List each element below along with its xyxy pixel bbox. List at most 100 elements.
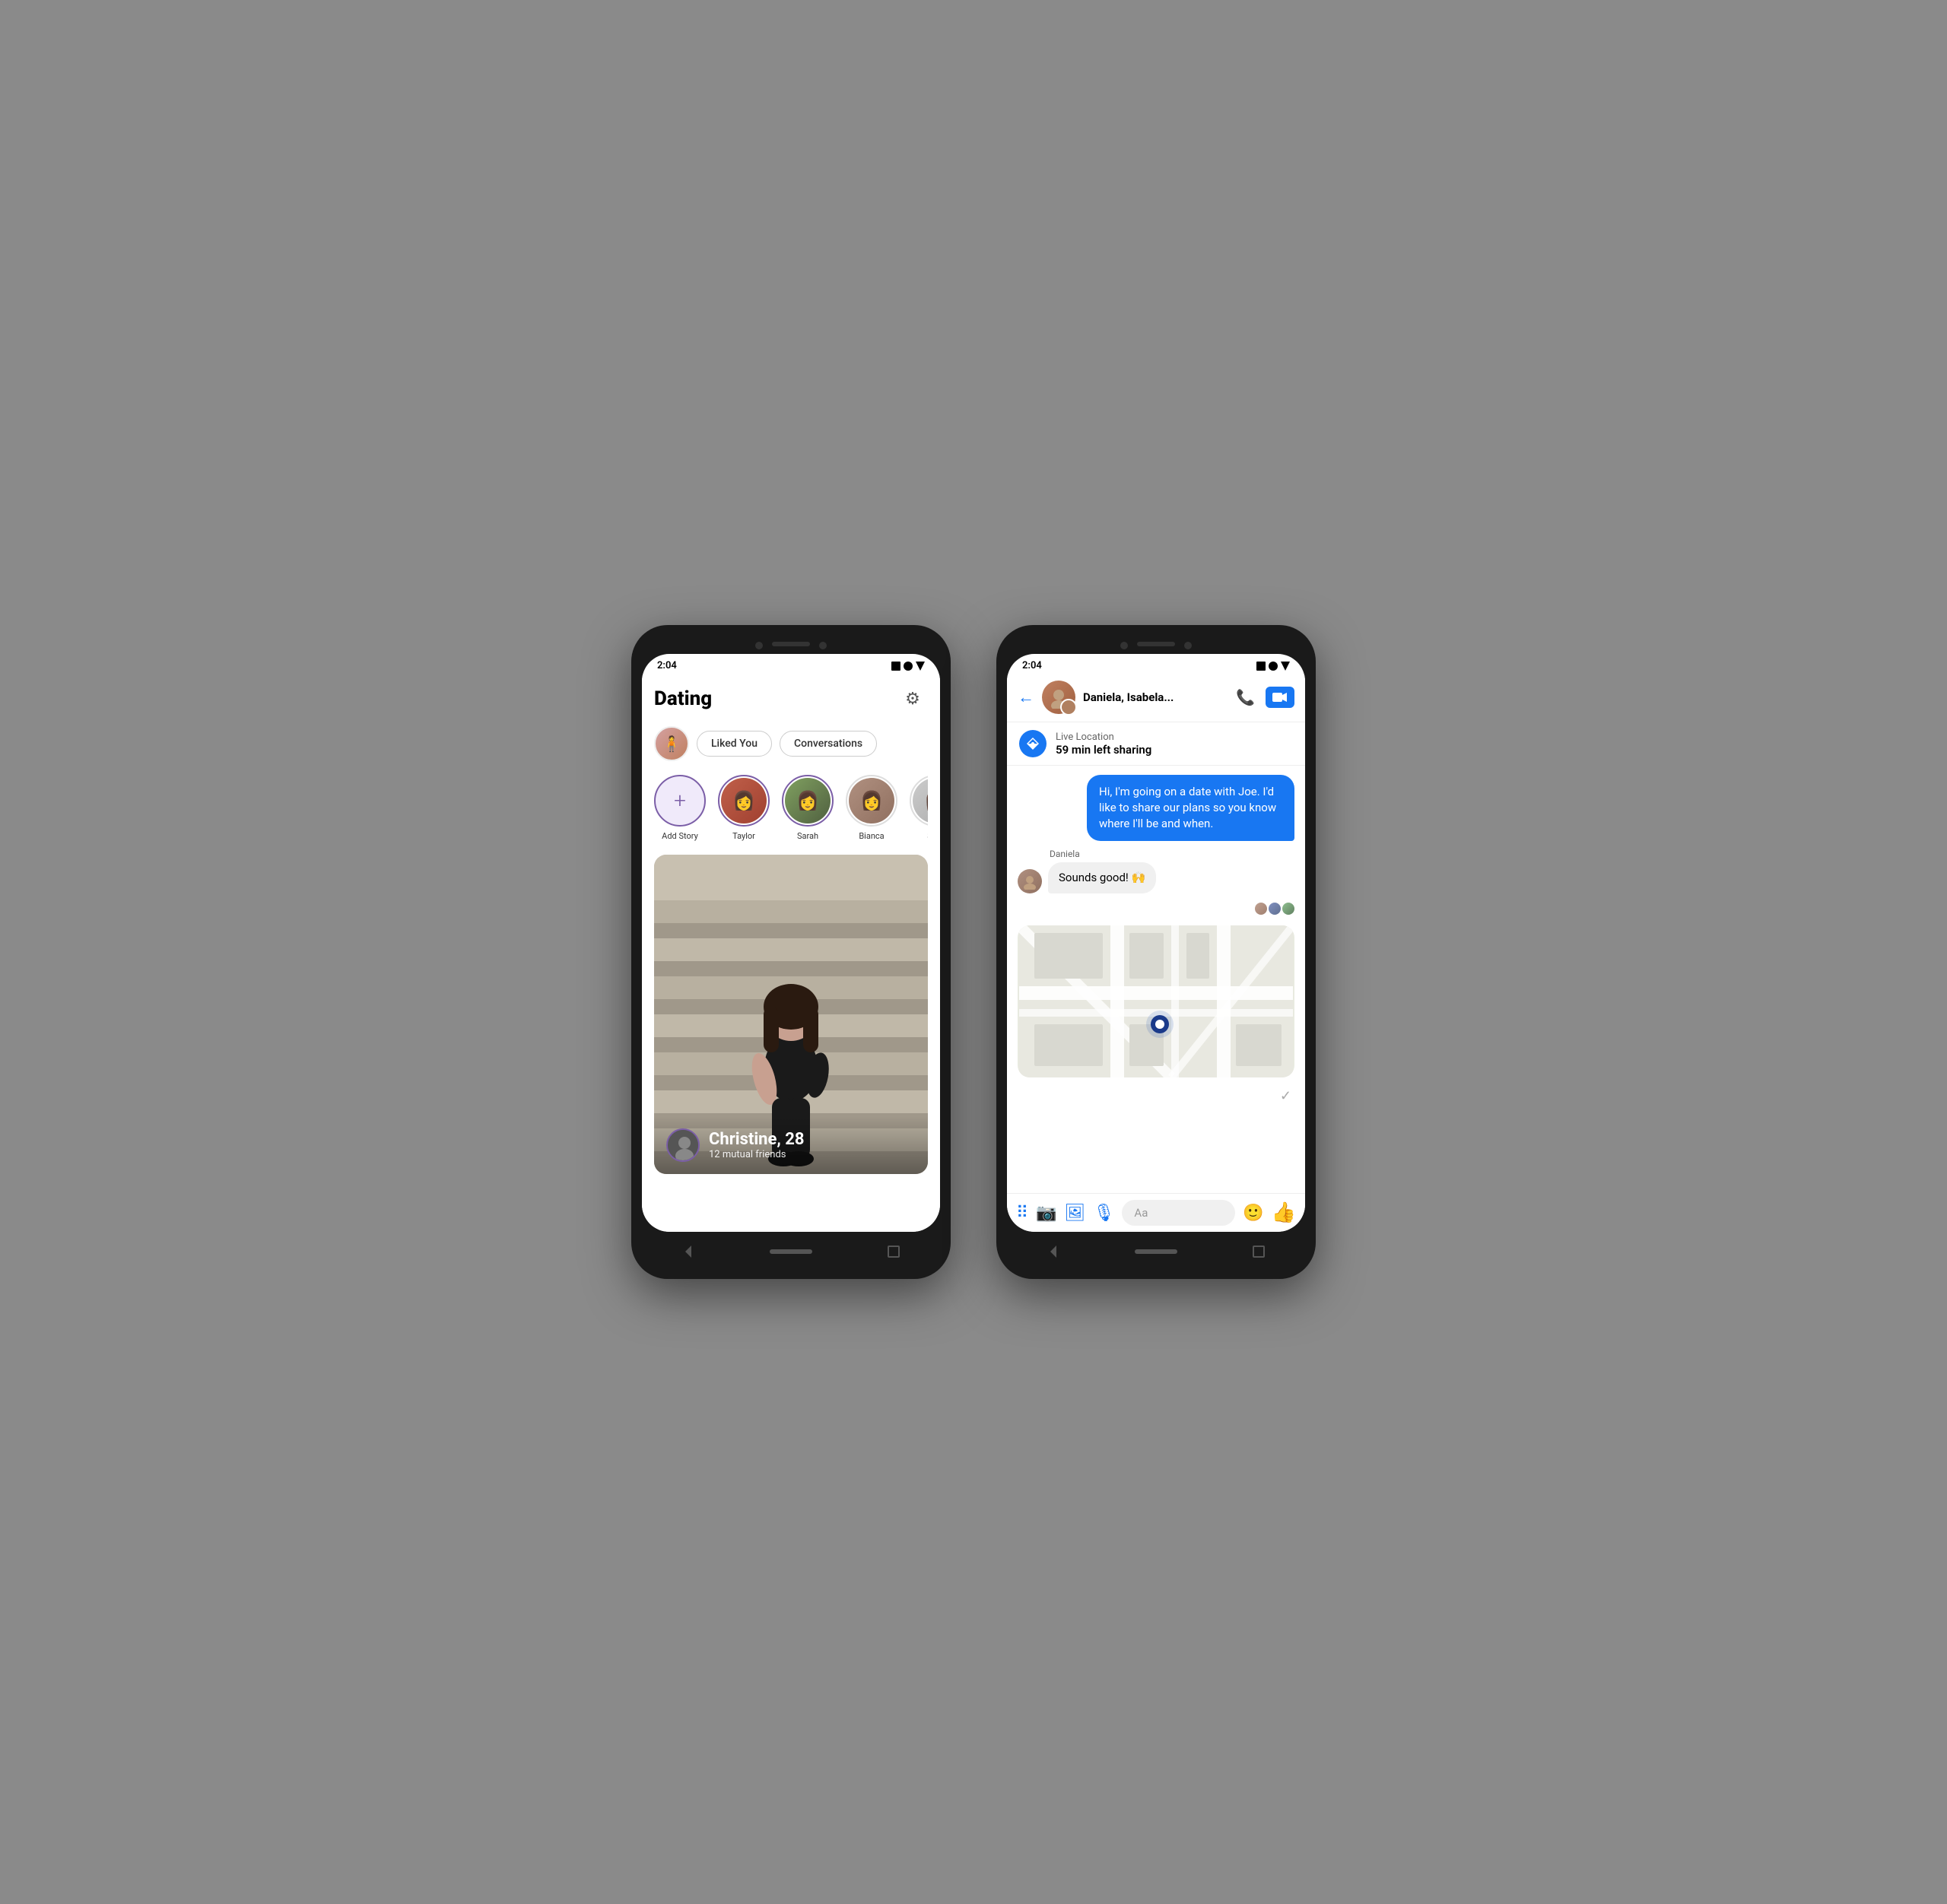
- dating-tabs-row: 🧍 Liked You Conversations: [654, 722, 928, 772]
- battery-icon-2: [1281, 662, 1290, 671]
- app-title: Dating: [654, 687, 712, 710]
- status-icons-1: [891, 662, 925, 671]
- daniela-avatar: [1018, 869, 1042, 893]
- call-button[interactable]: 📞: [1236, 688, 1255, 706]
- settings-button[interactable]: ⚙: [897, 684, 928, 714]
- story-ring-taylor[interactable]: 👩: [718, 775, 770, 827]
- wifi-icon: [904, 662, 913, 671]
- live-location-banner[interactable]: Live Location 59 min left sharing: [1007, 722, 1305, 766]
- front-sensor-2: [1184, 642, 1192, 649]
- status-bar-2: 2:04: [1007, 654, 1305, 674]
- back-button[interactable]: ←: [1018, 687, 1034, 707]
- signal-icon-2: [1256, 662, 1266, 671]
- front-sensor-1: [819, 642, 827, 649]
- phone-1: 2:04 Dating ⚙ 🧍 Liked You Conversations: [631, 625, 951, 1279]
- receipt-2: [1269, 903, 1281, 915]
- message-sender-name: Daniela: [1048, 849, 1156, 859]
- like-button[interactable]: 👍: [1272, 1201, 1296, 1224]
- stories-row: + Add Story 👩 Taylor 👩 Sarah: [654, 772, 928, 847]
- status-bar-1: 2:04: [642, 654, 940, 674]
- grid-icon[interactable]: ⠿: [1016, 1204, 1028, 1223]
- profile-avatar-small: [666, 1128, 700, 1162]
- status-time-2: 2:04: [1022, 660, 1042, 671]
- phone-bottom-1: [642, 1232, 940, 1268]
- image-icon[interactable]: 🖼: [1065, 1204, 1086, 1223]
- read-receipts: [1018, 903, 1294, 915]
- messenger-content: ← Daniela, Isabela... 📞: [1007, 674, 1305, 1232]
- dating-content: Dating ⚙ 🧍 Liked You Conversations + Add…: [642, 674, 940, 1232]
- profile-bottom-info: Christine, 28 12 mutual friends: [654, 1116, 928, 1174]
- story-label-sarah: Sarah: [797, 831, 818, 841]
- header-actions: 📞: [1236, 687, 1294, 708]
- story-sarah[interactable]: 👩 Sarah: [782, 775, 834, 841]
- story-label-add: Add Story: [662, 831, 698, 841]
- phone-top-bar-2: [1007, 636, 1305, 654]
- received-message-1: Sounds good! 🙌: [1048, 862, 1156, 893]
- input-placeholder: Aa: [1134, 1206, 1148, 1220]
- story-label-bianca: Bianca: [859, 831, 884, 841]
- signal-icon: [891, 662, 900, 671]
- story-bianca[interactable]: 👩 Bianca: [846, 775, 897, 841]
- story-label-taylor: Taylor: [732, 831, 755, 841]
- plus-icon: +: [674, 790, 686, 811]
- front-camera-1: [755, 642, 763, 649]
- phone-screen-1: 2:04 Dating ⚙ 🧍 Liked You Conversations: [642, 654, 940, 1232]
- profile-text-block: Christine, 28 12 mutual friends: [709, 1130, 805, 1160]
- dating-header: Dating ⚙: [654, 674, 928, 722]
- recents-nav-button-1[interactable]: [883, 1241, 904, 1262]
- map-svg: [1018, 925, 1294, 1077]
- story-add[interactable]: + Add Story: [654, 775, 706, 841]
- speaker-2: [1137, 642, 1175, 646]
- phone-2: 2:04 ← Daniela, Isabela...: [996, 625, 1316, 1279]
- receipt-1: [1255, 903, 1267, 915]
- checkmark-icon: ✓: [1280, 1088, 1291, 1104]
- front-camera-2: [1120, 642, 1128, 649]
- user-avatar-small[interactable]: 🧍: [654, 726, 689, 761]
- location-icon: [1019, 730, 1047, 757]
- story-label-sp: Sp...: [927, 831, 928, 841]
- story-taylor[interactable]: 👩 Taylor: [718, 775, 770, 841]
- story-sp[interactable]: 👩 Sp...: [910, 775, 928, 841]
- phone-top-bar-1: [642, 636, 940, 654]
- receipt-3: [1282, 903, 1294, 915]
- sent-message-1: Hi, I'm going on a date with Joe. I'd li…: [1087, 775, 1294, 841]
- input-bar: ⠿ 📷 🖼 🎙 Aa 🙂 👍: [1007, 1193, 1305, 1232]
- video-call-button[interactable]: [1266, 687, 1294, 708]
- phone-screen-2: 2:04 ← Daniela, Isabela...: [1007, 654, 1305, 1232]
- location-title: Live Location: [1056, 731, 1151, 743]
- story-ring-sp[interactable]: 👩: [910, 775, 928, 827]
- profile-mutual-friends: 12 mutual friends: [709, 1149, 805, 1160]
- battery-icon: [916, 662, 925, 671]
- profile-name: Christine, 28: [709, 1130, 805, 1149]
- wifi-icon-2: [1269, 662, 1278, 671]
- avatar-taylor: 👩: [721, 778, 767, 823]
- message-input[interactable]: Aa: [1122, 1200, 1235, 1226]
- location-subtitle: 59 min left sharing: [1056, 743, 1151, 757]
- status-icons-2: [1256, 662, 1290, 671]
- group-avatar[interactable]: [1042, 681, 1075, 714]
- received-message-row-1: Daniela Sounds good! 🙌: [1018, 849, 1294, 893]
- home-pill-2[interactable]: [1135, 1249, 1177, 1254]
- phone-bottom-2: [1007, 1232, 1305, 1268]
- checkmark-row: ✓: [1018, 1088, 1294, 1104]
- contact-name[interactable]: Daniela, Isabela...: [1083, 690, 1228, 704]
- story-ring-sarah[interactable]: 👩: [782, 775, 834, 827]
- avatar-sarah: 👩: [785, 778, 831, 823]
- avatar-bianca: 👩: [849, 778, 894, 823]
- speaker-1: [772, 642, 810, 646]
- mic-icon[interactable]: 🎙: [1093, 1204, 1114, 1223]
- back-nav-button-2[interactable]: [1043, 1241, 1064, 1262]
- received-block-1: Daniela Sounds good! 🙌: [1048, 849, 1156, 893]
- camera-input-icon[interactable]: 📷: [1036, 1204, 1056, 1223]
- add-story-circle[interactable]: +: [654, 775, 706, 827]
- tab-conversations[interactable]: Conversations: [780, 731, 877, 757]
- recents-nav-button-2[interactable]: [1248, 1241, 1269, 1262]
- story-ring-bianca[interactable]: 👩: [846, 775, 897, 827]
- emoji-icon[interactable]: 🙂: [1243, 1204, 1263, 1223]
- profile-card[interactable]: Christine, 28 12 mutual friends: [654, 855, 928, 1174]
- map-container[interactable]: [1018, 925, 1294, 1077]
- back-nav-button-1[interactable]: [678, 1241, 699, 1262]
- home-pill-1[interactable]: [770, 1249, 812, 1254]
- tab-liked-you[interactable]: Liked You: [697, 731, 772, 757]
- status-time-1: 2:04: [657, 660, 677, 671]
